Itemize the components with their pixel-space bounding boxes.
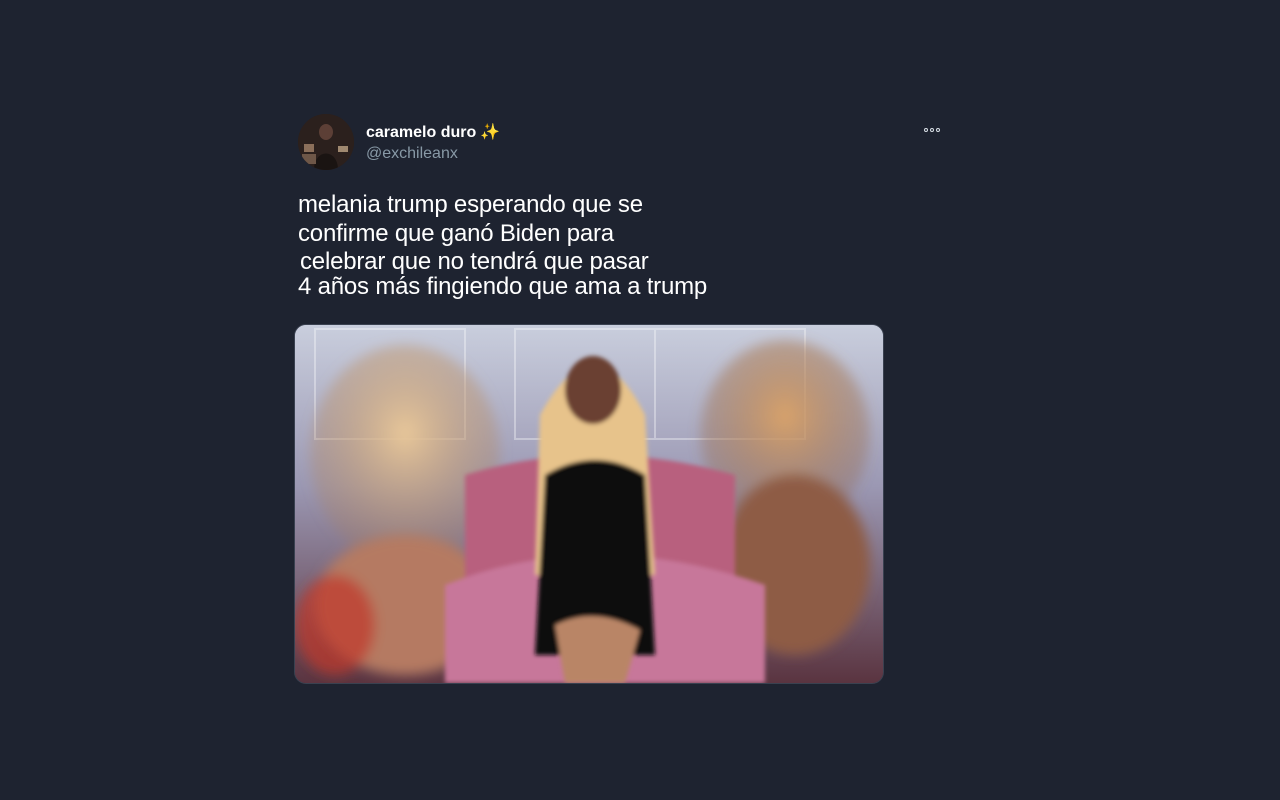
tweet-text-line: 4 años más fingiendo que ama a trump xyxy=(298,273,708,300)
display-name[interactable]: caramelo duro ✨ xyxy=(366,122,500,142)
display-name-text: caramelo duro xyxy=(366,124,477,141)
avatar-image xyxy=(298,114,354,170)
more-dot xyxy=(936,128,940,132)
sparkles-icon: ✨ xyxy=(480,124,501,141)
more-dot xyxy=(930,128,934,132)
tweet-text: melania trump esperando que se confirme … xyxy=(298,190,858,301)
meme-collage-image xyxy=(295,325,883,683)
more-options-icon[interactable] xyxy=(920,124,944,136)
avatar[interactable] xyxy=(298,114,354,170)
user-handle[interactable]: @exchileanx xyxy=(366,145,458,163)
tweet-media-image[interactable] xyxy=(294,324,884,684)
page: caramelo duro ✨ @exchileanx melania trump… xyxy=(0,0,1280,800)
more-dot xyxy=(924,128,928,132)
tweet-text-line: melania trump esperando que se xyxy=(298,191,643,218)
tweet-text-line: confirme que ganó Biden para xyxy=(298,220,614,247)
